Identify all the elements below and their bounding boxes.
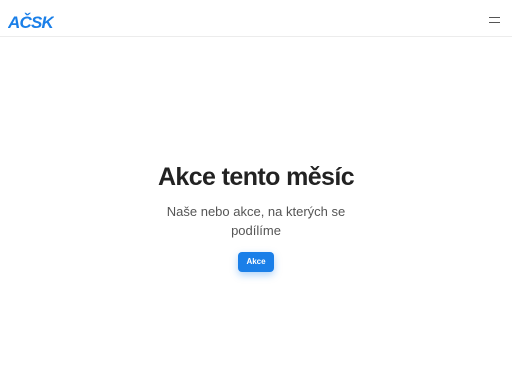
page: AČSK Akce tento měsíc Naše nebo akce, na…: [0, 0, 512, 384]
svg-text:AČSK: AČSK: [8, 13, 54, 30]
header: AČSK: [0, 0, 512, 37]
menu-line: [489, 17, 500, 18]
hero-subtitle: Naše nebo akce, na kterých se podílíme: [166, 204, 346, 238]
logo[interactable]: AČSK: [8, 12, 54, 30]
page-title: Akce tento měsíc: [157, 163, 355, 191]
hamburger-menu-icon[interactable]: [488, 14, 502, 26]
hero-section: Akce tento měsíc Naše nebo akce, na kter…: [0, 160, 512, 272]
events-button[interactable]: Akce: [238, 252, 274, 272]
menu-line: [489, 22, 500, 23]
